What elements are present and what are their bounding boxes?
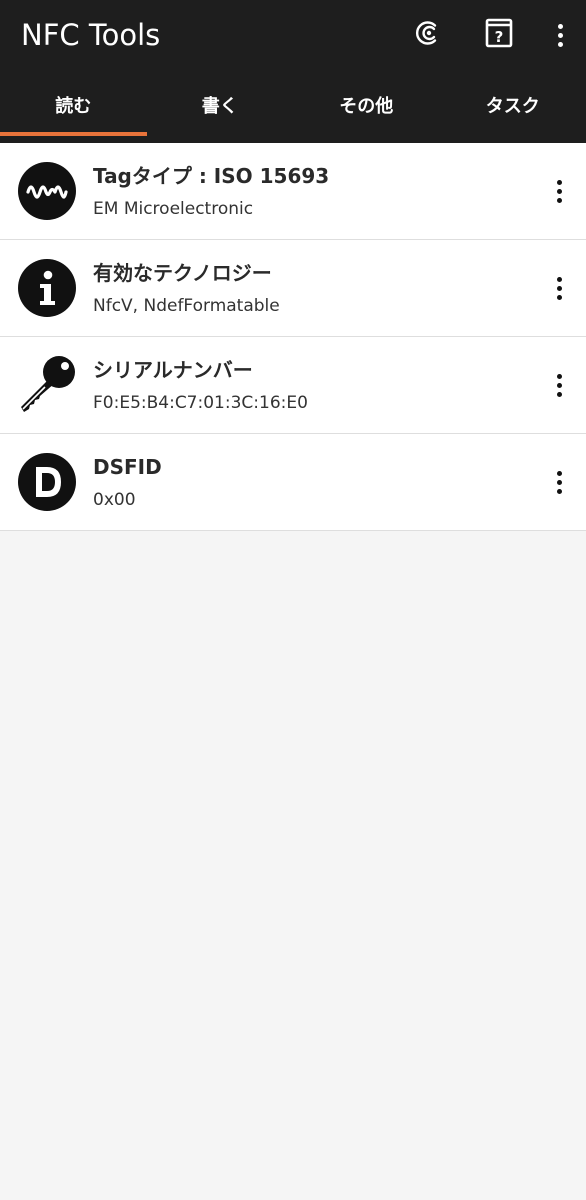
more-vert-icon: [557, 23, 563, 47]
help-book-icon: ?: [485, 18, 513, 52]
key-icon: [0, 337, 93, 433]
list-item-title: シリアルナンバー: [93, 357, 253, 382]
tab-tasks[interactable]: タスク: [440, 70, 586, 143]
list-item-subtitle: EM Microelectronic: [93, 198, 254, 219]
tab-read[interactable]: 読む: [0, 70, 147, 143]
app-bar: NFC Tools ?: [0, 0, 586, 70]
item-more-button[interactable]: [532, 337, 586, 433]
info-icon: [0, 240, 93, 336]
list-item-technologies[interactable]: 有効なテクノロジー NfcV, NdefFormatable: [0, 240, 586, 337]
list-item-title: DSFID: [93, 454, 162, 479]
list-item-text: DSFID 0x00: [93, 454, 532, 511]
more-vert-icon: [556, 373, 562, 397]
list-item-dsfid[interactable]: DSFID 0x00: [0, 434, 586, 531]
tab-write[interactable]: 書く: [147, 70, 294, 143]
overflow-menu-button[interactable]: [534, 0, 586, 70]
tab-other[interactable]: その他: [293, 70, 440, 143]
list-item-title: 有効なテクノロジー: [93, 260, 272, 285]
tab-tasks-label: タスク: [485, 96, 540, 117]
svg-text:?: ?: [495, 28, 504, 46]
tab-read-label: 読む: [55, 96, 92, 117]
tab-other-label: その他: [339, 96, 394, 117]
d-letter-icon: [0, 434, 93, 530]
app-root: NFC Tools ? 読む 書く その他 タスク Tagタイプ: ISO 1…: [0, 0, 586, 1200]
waveform-icon: [0, 143, 93, 239]
list-item-tag-type[interactable]: Tagタイプ : ISO 15693 EM Microelectronic: [0, 143, 586, 240]
more-vert-icon: [556, 179, 562, 203]
list-item-title: Tagタイプ : ISO 15693: [93, 163, 330, 188]
list-item-subtitle: 0x00: [93, 489, 136, 510]
tab-write-label: 書く: [201, 96, 238, 117]
more-vert-icon: [556, 470, 562, 494]
item-more-button[interactable]: [532, 143, 586, 239]
nfc-c-icon: [414, 18, 444, 52]
list-item-text: シリアルナンバー F0:E5:B4:C7:01:3C:16:E0: [93, 357, 532, 414]
app-title: NFC Tools: [21, 18, 161, 52]
item-more-button[interactable]: [532, 434, 586, 530]
list-item-text: 有効なテクノロジー NfcV, NdefFormatable: [93, 260, 532, 317]
app-bar-actions: ?: [394, 0, 586, 70]
more-vert-icon: [556, 276, 562, 300]
nfc-scan-button[interactable]: [394, 0, 464, 70]
item-more-button[interactable]: [532, 240, 586, 336]
tab-bar: 読む 書く その他 タスク: [0, 70, 586, 143]
tag-info-list: Tagタイプ : ISO 15693 EM Microelectronic 有効…: [0, 143, 586, 531]
help-button[interactable]: ?: [464, 0, 534, 70]
list-item-subtitle: NfcV, NdefFormatable: [93, 295, 280, 316]
list-item-serial-number[interactable]: シリアルナンバー F0:E5:B4:C7:01:3C:16:E0: [0, 337, 586, 434]
list-item-subtitle: F0:E5:B4:C7:01:3C:16:E0: [93, 392, 308, 413]
list-item-text: Tagタイプ : ISO 15693 EM Microelectronic: [93, 163, 532, 220]
